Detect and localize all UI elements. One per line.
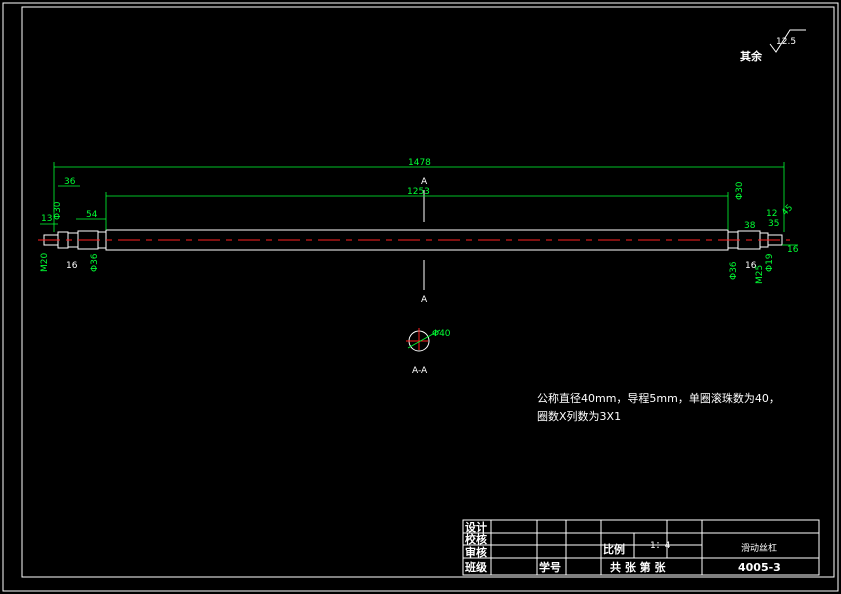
roughness-other-label: 其余 [740, 49, 763, 63]
drawing-sheet: 12.5 其余 A A 1478 1253 36 54 13 Φ30 M20 1… [2, 2, 839, 592]
section-name: A-A [412, 366, 428, 376]
dim-left-dia-30: Φ30 [53, 201, 63, 220]
dim-right-dia-19: Φ19 [765, 253, 775, 272]
dim-right-38: 38 [744, 221, 756, 231]
tb-scale-label: 比例 [603, 542, 625, 556]
tb-design: 设计 [465, 520, 487, 534]
tb-review: 审核 [465, 545, 487, 559]
dim-right-45: 45 [780, 203, 795, 218]
tb-sheets: 共 张 第 张 [610, 560, 666, 574]
dim-middle-length: 1253 [407, 187, 430, 197]
dim-left-36: 36 [64, 177, 76, 187]
roughness-symbol: 12.5 其余 [740, 29, 806, 63]
dim-right-dia-30: Φ30 [735, 181, 745, 200]
note-line-1: 公称直径40mm，导程5mm，单圈滚珠数为40， [537, 391, 780, 405]
tb-student-id: 学号 [539, 560, 561, 574]
dim-left-16: 16 [66, 261, 78, 271]
title-block: 设计 校核 审核 班级 学号 比例 1：4 滑动丝杠 共 张 第 张 4005-… [462, 519, 820, 576]
dim-right-thread: M25 [755, 265, 765, 284]
dimension-lines: 1478 1253 36 54 13 Φ30 M20 16 Φ36 Φ30 38… [40, 158, 799, 284]
dim-right-16a: 16 [787, 245, 799, 255]
section-view: Φ40 A-A [406, 328, 451, 376]
dim-right-dia-36: Φ36 [729, 261, 739, 280]
tb-proofread: 校核 [465, 532, 487, 546]
section-diameter: Φ40 [432, 329, 451, 339]
tb-part-name: 滑动丝杠 [741, 542, 777, 554]
cut-label-top: A [421, 177, 428, 187]
technical-notes: 公称直径40mm，导程5mm，单圈滚珠数为40， 圈数X列数为3X1 [537, 391, 780, 423]
dim-left-54: 54 [86, 210, 98, 220]
dim-right-12: 12 [766, 209, 777, 219]
tb-class: 班级 [465, 560, 488, 574]
tb-scale-value: 1：4 [650, 541, 671, 551]
dim-left-dia-36: Φ36 [90, 253, 100, 272]
dim-overall-length: 1478 [408, 158, 431, 168]
dim-left-13: 13 [41, 214, 52, 224]
roughness-value: 12.5 [776, 37, 796, 47]
cut-label-bottom: A [421, 295, 428, 305]
dim-right-35: 35 [768, 219, 779, 229]
tb-drawing-no: 4005-3 [738, 561, 781, 574]
dim-left-thread: M20 [40, 253, 50, 272]
note-line-2: 圈数X列数为3X1 [537, 409, 621, 423]
inner-border [21, 6, 835, 578]
